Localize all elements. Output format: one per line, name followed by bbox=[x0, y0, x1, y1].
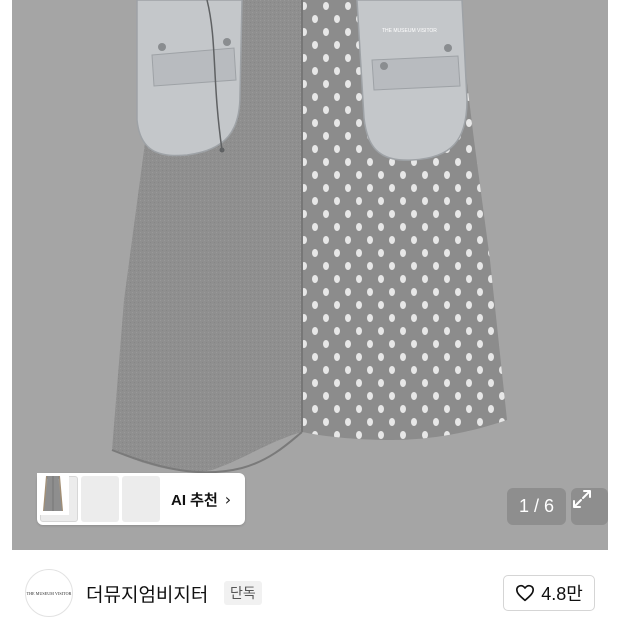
skirt-illustration: THE MUSEUM VISITOR bbox=[111, 0, 507, 474]
like-button[interactable]: 4.8만 bbox=[503, 575, 595, 611]
product-image[interactable]: THE MUSEUM VISITOR AI 추천 › 1 / 6 bbox=[12, 0, 608, 550]
slide-counter: 1 / 6 bbox=[507, 488, 566, 525]
brand-name[interactable]: 더뮤지엄비지터 bbox=[86, 580, 208, 607]
chevron-right-icon: › bbox=[224, 489, 232, 509]
expand-icon bbox=[573, 490, 591, 508]
pocket-logo: THE MUSEUM VISITOR bbox=[382, 28, 437, 34]
recommendation-thumbnail[interactable] bbox=[44, 476, 160, 522]
expand-button[interactable] bbox=[571, 488, 608, 525]
brand-logo[interactable]: THE MUSEUM VISITOR bbox=[25, 569, 73, 617]
brand-logo-text: THE MUSEUM VISITOR bbox=[26, 590, 72, 596]
like-count: 4.8만 bbox=[541, 584, 583, 604]
ai-recommendation-chip[interactable]: AI 추천 › bbox=[37, 473, 245, 525]
exclusive-badge: 단독 bbox=[224, 581, 262, 605]
ai-recommendation-label: AI 추천 bbox=[171, 491, 218, 509]
recommendation-thumbnail[interactable] bbox=[45, 476, 119, 522]
heart-icon bbox=[516, 584, 535, 602]
